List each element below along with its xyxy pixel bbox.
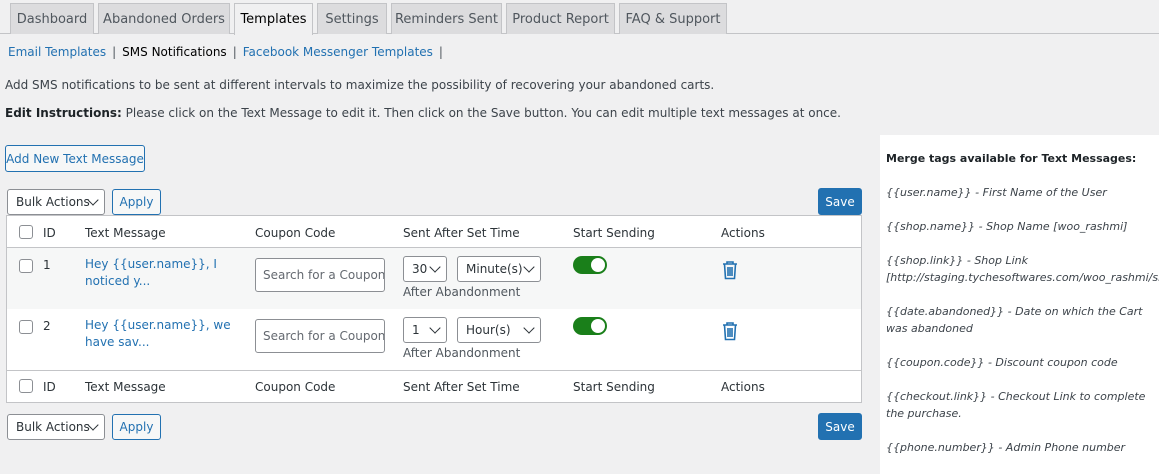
tab-faq-support[interactable]: FAQ & Support bbox=[619, 3, 727, 34]
chevron-down-icon bbox=[523, 261, 535, 273]
apply-button-bottom[interactable]: Apply bbox=[112, 414, 161, 440]
merge-tags-title: Merge tags available for Text Messages: bbox=[886, 152, 1137, 165]
table-footer: ID Text Message Coupon Code Sent After S… bbox=[7, 370, 861, 402]
time-value: 30 bbox=[412, 262, 428, 276]
merge-tag-item: {{coupon.code}} - Discount coupon code bbox=[886, 356, 1118, 369]
nav-tabs: Dashboard Abandoned Orders Templates Set… bbox=[0, 0, 1159, 35]
subnav-separator: | bbox=[232, 45, 237, 59]
merge-tag-item: {{date.abandoned}} - Date on which the C… bbox=[886, 305, 1143, 335]
column-text-message: Text Message bbox=[85, 226, 166, 240]
row-checkbox[interactable] bbox=[19, 320, 33, 334]
bulk-actions-select-top[interactable]: Bulk Actions bbox=[7, 189, 105, 215]
bulk-actions-value: Bulk Actions bbox=[16, 195, 90, 209]
edit-instructions-text: Please click on the Text Message to edit… bbox=[121, 106, 841, 120]
time-unit: Minute(s) bbox=[466, 262, 523, 276]
row-checkbox[interactable] bbox=[19, 259, 33, 273]
merge-tag-item: {{user.name}} - First Name of the User bbox=[886, 186, 1107, 199]
edit-instructions: Edit Instructions: Please click on the T… bbox=[5, 106, 841, 120]
tab-reminders-sent[interactable]: Reminders Sent bbox=[391, 3, 502, 34]
start-sending-toggle[interactable] bbox=[573, 256, 607, 274]
merge-tag-item: {{shop.name}} - Shop Name [woo_rashmi] bbox=[886, 220, 1128, 233]
table-header: ID Text Message Coupon Code Sent After S… bbox=[7, 216, 861, 248]
after-abandonment-label: After Abandonment bbox=[403, 346, 521, 360]
time-unit: Hour(s) bbox=[466, 323, 511, 337]
select-all-checkbox[interactable] bbox=[19, 225, 33, 239]
row-text-message-link[interactable]: Hey {{user.name}}, I noticed y... bbox=[85, 256, 235, 290]
time-unit-select[interactable]: Minute(s) bbox=[457, 256, 541, 282]
time-unit-select[interactable]: Hour(s) bbox=[457, 317, 541, 343]
tab-templates[interactable]: Templates bbox=[234, 3, 313, 35]
after-abandonment-label: After Abandonment bbox=[403, 285, 521, 299]
row-text-message-link[interactable]: Hey {{user.name}}, we have sav... bbox=[85, 317, 235, 351]
trash-icon[interactable] bbox=[721, 260, 739, 280]
tab-settings[interactable]: Settings bbox=[317, 3, 387, 34]
time-value: 1 bbox=[412, 323, 420, 337]
row-id: 2 bbox=[43, 319, 51, 333]
subnav-facebook-messenger-templates[interactable]: Facebook Messenger Templates bbox=[243, 45, 433, 59]
column-coupon-code: Coupon Code bbox=[255, 226, 336, 240]
subnav-separator: | bbox=[112, 45, 117, 59]
time-value-select[interactable]: 1 bbox=[403, 317, 447, 343]
column-actions: Actions bbox=[721, 226, 765, 240]
trash-icon[interactable] bbox=[721, 321, 739, 341]
column-start-sending: Start Sending bbox=[573, 380, 655, 394]
coupon-search-input[interactable]: Search for a Coupon... bbox=[255, 258, 385, 292]
toggle-knob bbox=[591, 319, 605, 333]
column-coupon-code: Coupon Code bbox=[255, 380, 336, 394]
subnav: Email Templates | SMS Notifications | Fa… bbox=[8, 45, 449, 59]
save-button-bottom[interactable]: Save bbox=[818, 413, 862, 440]
column-sent-after: Sent After Set Time bbox=[403, 226, 520, 240]
apply-button-top[interactable]: Apply bbox=[112, 189, 161, 215]
subnav-sms-notifications[interactable]: SMS Notifications bbox=[122, 45, 227, 59]
tab-dashboard[interactable]: Dashboard bbox=[10, 3, 94, 34]
row-id: 1 bbox=[43, 258, 51, 272]
save-button-top[interactable]: Save bbox=[818, 188, 862, 215]
column-id: ID bbox=[43, 380, 56, 394]
bulk-actions-select-bottom[interactable]: Bulk Actions bbox=[7, 414, 105, 440]
column-start-sending: Start Sending bbox=[573, 226, 655, 240]
merge-tags-panel: Merge tags available for Text Messages: … bbox=[880, 135, 1159, 474]
start-sending-toggle[interactable] bbox=[573, 317, 607, 335]
tab-product-report[interactable]: Product Report bbox=[506, 3, 615, 34]
subnav-separator: | bbox=[438, 45, 443, 59]
chevron-down-icon bbox=[429, 261, 441, 273]
text-messages-table: ID Text Message Coupon Code Sent After S… bbox=[6, 215, 862, 403]
merge-tag-item: {{shop.link}} - Shop Link [http://stagin… bbox=[886, 254, 1159, 284]
table-row: 2 Hey {{user.name}}, we have sav... Sear… bbox=[7, 309, 861, 370]
merge-tag-item: {{phone.number}} - Admin Phone number bbox=[886, 441, 1126, 454]
chevron-down-icon bbox=[523, 322, 535, 334]
bulk-actions-value: Bulk Actions bbox=[16, 420, 90, 434]
coupon-search-input[interactable]: Search for a Coupon... bbox=[255, 319, 385, 353]
chevron-down-icon bbox=[429, 322, 441, 334]
edit-instructions-label: Edit Instructions: bbox=[5, 106, 122, 120]
subnav-email-templates[interactable]: Email Templates bbox=[8, 45, 106, 59]
page-description: Add SMS notifications to be sent at diff… bbox=[5, 78, 715, 92]
add-new-text-message-button[interactable]: Add New Text Message bbox=[5, 145, 145, 172]
column-text-message: Text Message bbox=[85, 380, 166, 394]
tab-abandoned-orders[interactable]: Abandoned Orders bbox=[98, 3, 230, 34]
column-id: ID bbox=[43, 226, 56, 240]
time-value-select[interactable]: 30 bbox=[403, 256, 447, 282]
merge-tag-item: {{checkout.link}} - Checkout Link to com… bbox=[886, 390, 1146, 420]
column-actions: Actions bbox=[721, 380, 765, 394]
toggle-knob bbox=[591, 258, 605, 272]
table-row: 1 Hey {{user.name}}, I noticed y... Sear… bbox=[7, 248, 861, 309]
column-sent-after: Sent After Set Time bbox=[403, 380, 520, 394]
select-all-checkbox-footer[interactable] bbox=[19, 379, 33, 393]
